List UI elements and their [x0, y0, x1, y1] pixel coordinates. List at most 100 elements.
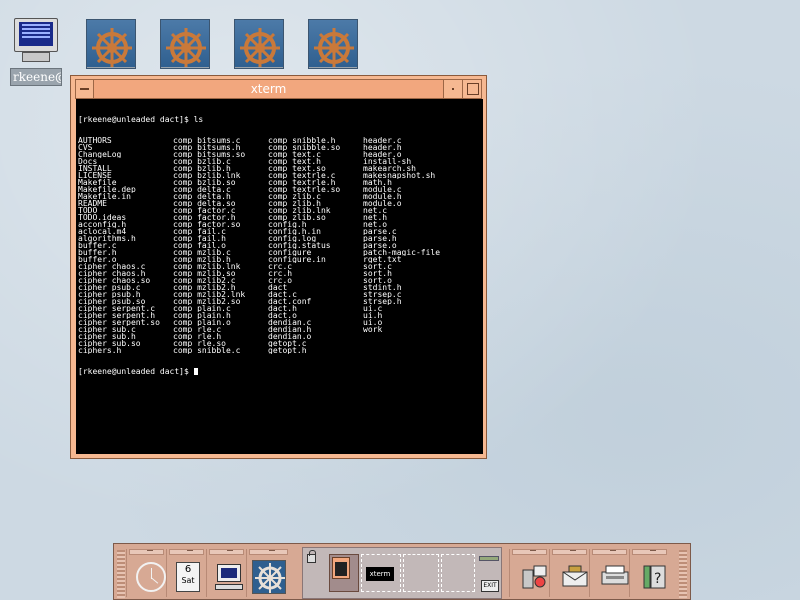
listing-entry: cipher_chaos.so — [78, 277, 151, 284]
listing-entry: configure.in — [268, 256, 326, 263]
window-title: xterm — [250, 82, 287, 96]
listing-entry: ciphers.h — [78, 347, 122, 354]
listing-entry: dact.conf — [268, 298, 312, 305]
workspace-two[interactable]: xterm — [361, 554, 401, 592]
listing-row: TODO.ideas comp_factor.h comp_zlib.so net.h — [78, 214, 481, 221]
mail-icon[interactable] — [560, 562, 590, 592]
ship-wheel-icon[interactable] — [86, 19, 136, 69]
ship-wheel-icon[interactable] — [308, 19, 358, 69]
listing-entry: buffer.o — [78, 256, 117, 263]
subpanel-arrow[interactable] — [209, 549, 244, 555]
panel-drag-handle-left[interactable] — [117, 550, 125, 598]
workspace-switcher: xterm EXIT — [302, 547, 502, 599]
workspace-one[interactable] — [329, 554, 359, 592]
listing-row: Makefile.in comp_delta.h comp_zlib.c module… — [78, 193, 481, 200]
calendar-icon[interactable]: 6 Sat — [176, 562, 200, 592]
subpanel-arrow[interactable] — [169, 549, 204, 555]
workspace-three[interactable] — [403, 554, 439, 592]
busy-indicator — [479, 556, 499, 561]
printer-icon[interactable] — [600, 562, 630, 592]
listing-entry: comp_mzlib2.so — [173, 298, 241, 305]
listing-entry: comp_delta.so — [173, 200, 236, 207]
listing-entry: comp_plain.c — [173, 305, 231, 312]
listing-entry: comp_mzlib.so — [173, 270, 236, 277]
prompt-text: [rkeene@unleaded dact]$ — [78, 367, 194, 376]
listing-entry: comp_textrle.c — [268, 172, 336, 179]
listing-entry: comp_mzlib.h — [173, 256, 231, 263]
window-menu-button[interactable] — [76, 80, 94, 98]
listing-entry: cipher_sub.so — [78, 340, 141, 347]
minimize-button[interactable] — [443, 80, 462, 98]
listing-row: AUTHORS comp_bitsums.c comp_snibble.h heade… — [78, 137, 481, 144]
maximize-button[interactable] — [462, 80, 481, 98]
listing-entry: dendian.h — [268, 326, 312, 333]
listing-entry: AUTHORS — [78, 137, 112, 144]
listing-row: cipher_serpent.so comp_plain.o dendian.c ui… — [78, 319, 481, 326]
subpanel-arrow[interactable] — [512, 549, 547, 555]
listing-entry: cipher_psub.c — [78, 284, 141, 291]
listing-entry: comp_delta.c — [173, 186, 231, 193]
terminal-output[interactable]: [rkeene@unleaded dact]$ ls AUTHORS comp_b… — [76, 99, 483, 454]
help-icon[interactable]: ? — [640, 562, 670, 592]
subpanel-arrow[interactable] — [592, 549, 627, 555]
ship-wheel-icon[interactable] — [252, 560, 286, 594]
monitor-base — [22, 52, 50, 62]
directory-listing: AUTHORS comp_bitsums.c comp_snibble.h heade… — [78, 137, 481, 354]
subpanel-arrow[interactable] — [249, 549, 288, 555]
listing-row: cipher_sub.h comp_rle.h dendian.o — [78, 333, 481, 340]
listing-entry: comp_text.h — [268, 158, 321, 165]
listing-row: aclocal.m4 comp_fail.c config.h.in parse.c — [78, 228, 481, 235]
listing-entry: comp_fail.h — [173, 235, 226, 242]
listing-entry: header.h — [363, 144, 402, 151]
workspace-four[interactable] — [441, 554, 475, 592]
listing-entry: sort.o — [363, 277, 392, 284]
subpanel-arrow[interactable] — [632, 549, 667, 555]
listing-entry: comp_zlib.h — [268, 200, 321, 207]
clock-icon[interactable] — [136, 562, 166, 592]
listing-entry: net.c — [363, 207, 388, 214]
listing-entry: crc.c — [268, 263, 293, 270]
listing-entry: comp_rle.so — [173, 340, 226, 347]
window-titlebar[interactable]: xterm — [75, 79, 482, 99]
listing-entry: module.o — [363, 200, 402, 207]
listing-entry: cipher_serpent.h — [78, 312, 156, 319]
ship-wheel-icon[interactable] — [160, 19, 210, 69]
ship-wheel-icon[interactable] — [234, 19, 284, 69]
listing-entry: dact.c — [268, 291, 297, 298]
subpanel-arrow[interactable] — [129, 549, 164, 555]
listing-entry: net.h — [363, 214, 388, 221]
host-label[interactable]: rkeene@ — [10, 68, 62, 86]
listing-entry: cipher_serpent.c — [78, 305, 156, 312]
listing-entry: rget.txt — [363, 256, 402, 263]
lock-icon[interactable] — [307, 550, 316, 563]
panel-drag-handle-right[interactable] — [679, 550, 687, 598]
listing-row: algorithms.h comp_fail.h config.log parse.h — [78, 235, 481, 242]
xterm-window[interactable]: xterm [rkeene@unleaded dact]$ ls AUTHORS… — [70, 75, 487, 459]
listing-entry: getopt.c — [268, 340, 307, 347]
listing-entry: parse.c — [363, 228, 397, 235]
exit-button[interactable]: EXIT — [481, 580, 499, 592]
listing-row: cipher_psub.so comp_mzlib2.so dact.conf str… — [78, 298, 481, 305]
prompt-line[interactable]: [rkeene@unleaded dact]$ — [78, 367, 481, 376]
listing-entry: comp_snibble.h — [268, 137, 336, 144]
listing-entry: ui.o — [363, 319, 383, 326]
listing-row: cipher_chaos.h comp_mzlib.so crc.h sort.h — [78, 270, 481, 277]
listing-entry: comp_mzlib2.h — [173, 284, 236, 291]
listing-entry: strsep.c — [363, 291, 402, 298]
listing-entry: comp_text.c — [268, 151, 321, 158]
listing-entry: ui.c — [363, 305, 383, 312]
listing-entry: comp_mzlib.lnk — [173, 263, 241, 270]
listing-entry: config.h — [268, 221, 307, 228]
listing-entry: header.o — [363, 151, 402, 158]
listing-row: cipher_chaos.c comp_mzlib.lnk crc.c sort.c — [78, 263, 481, 270]
listing-entry: comp_textrle.h — [268, 179, 336, 186]
listing-entry: dact — [268, 284, 288, 291]
file-manager-icon[interactable] — [520, 562, 550, 592]
listing-entry: acconfig.h — [78, 221, 127, 228]
listing-entry: comp_text.so — [268, 165, 326, 172]
terminal-computer-icon[interactable] — [215, 564, 243, 592]
subpanel-arrow[interactable] — [552, 549, 587, 555]
home-computer-icon[interactable] — [12, 18, 60, 68]
calendar-day: 6 — [184, 564, 192, 575]
listing-entry: comp_fail.o — [173, 242, 226, 249]
